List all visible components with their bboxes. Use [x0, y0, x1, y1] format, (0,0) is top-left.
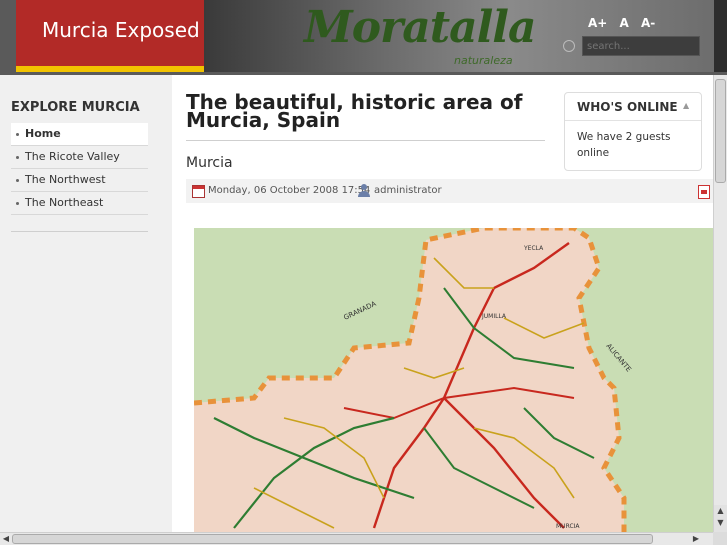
sidebar-divider [11, 231, 148, 232]
whos-online-module: WHO'S ONLINE ▲ We have 2 guests online [564, 92, 702, 171]
site-brand[interactable]: Murcia Exposed [16, 0, 204, 66]
site-header: Murcia Exposed Moratalla naturaleza A+ A… [0, 0, 727, 75]
whos-online-title: WHO'S ONLINE [577, 100, 678, 114]
site-title[interactable]: Murcia Exposed [42, 18, 200, 42]
vertical-scroll-thumb[interactable] [715, 79, 726, 183]
map-graphic: GRANADA YECLA JUMILLA ALICANTE MURCIA [194, 228, 713, 532]
map-label: MURCIA [556, 523, 580, 530]
font-decrease-button[interactable]: A- [641, 16, 655, 30]
scroll-right-icon[interactable]: ▶ [683, 533, 709, 545]
user-icon [358, 184, 370, 197]
title-divider [186, 140, 545, 141]
sidebar-item-home[interactable]: Home [11, 123, 148, 146]
banner-logo: Moratalla [304, 2, 537, 53]
scrollbar-corner [713, 532, 727, 545]
font-size-tools: A+ A A- [588, 16, 663, 30]
map-label: JUMILLA [481, 313, 507, 320]
banner-subtitle: naturaleza [454, 54, 513, 67]
search-input[interactable] [582, 36, 700, 56]
sidebar-title: EXPLORE MURCIA [11, 100, 140, 115]
article-title[interactable]: Murcia [186, 155, 233, 171]
sidebar-item-ricote-valley[interactable]: The Ricote Valley [11, 146, 148, 169]
pdf-icon[interactable] [698, 185, 710, 199]
brand-stripe [16, 66, 204, 72]
scroll-left-icon[interactable]: ◀ [0, 533, 12, 545]
article-author: administrator [374, 185, 442, 196]
header-edge [714, 0, 727, 72]
page-title: The beautiful, historic area of Murcia, … [186, 90, 523, 132]
scroll-down-icon[interactable]: ▼ [714, 517, 727, 529]
map-label: YECLA [523, 245, 544, 252]
horizontal-scroll-thumb[interactable] [12, 534, 653, 544]
sidebar-item-northeast[interactable]: The Northeast [11, 192, 148, 215]
search-icon [563, 40, 575, 52]
collapse-icon[interactable]: ▲ [683, 101, 689, 110]
module-divider [565, 120, 701, 121]
vertical-scrollbar[interactable] [713, 75, 727, 532]
main-content: The beautiful, historic area of Murcia, … [172, 75, 713, 532]
horizontal-scrollbar[interactable]: ◀ ▶ [0, 532, 713, 545]
font-increase-button[interactable]: A+ [588, 16, 607, 30]
article-date: Monday, 06 October 2008 17:54 [208, 185, 371, 196]
calendar-icon [192, 185, 205, 198]
whos-online-text: We have 2 guests online [577, 131, 671, 159]
scroll-up-icon[interactable]: ▲ [714, 505, 727, 517]
sidebar-item-northwest[interactable]: The Northwest [11, 169, 148, 192]
scroll-arrows[interactable]: ▲ ▼ [713, 505, 727, 532]
font-reset-button[interactable]: A [620, 16, 629, 30]
article-meta-bar: Monday, 06 October 2008 17:54 administra… [186, 179, 713, 203]
sidebar-menu: Home The Ricote Valley The Northwest The… [11, 123, 148, 215]
murcia-map-image: GRANADA YECLA JUMILLA ALICANTE MURCIA [194, 228, 713, 532]
sidebar: EXPLORE MURCIA Home The Ricote Valley Th… [0, 75, 172, 532]
